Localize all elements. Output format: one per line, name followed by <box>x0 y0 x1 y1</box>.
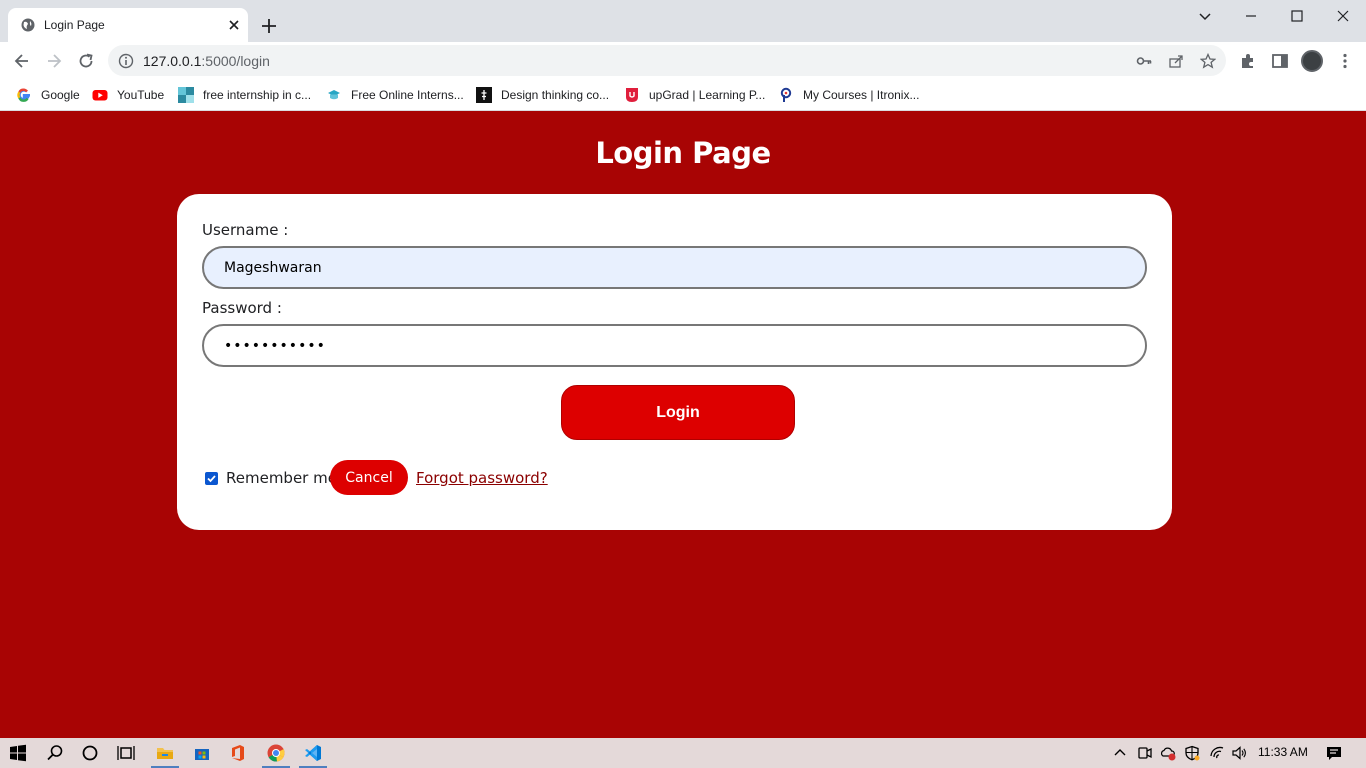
bookmark-label: Design thinking co... <box>501 88 610 102</box>
google-icon <box>17 88 31 102</box>
file-explorer-icon[interactable] <box>155 743 175 763</box>
password-label: Password : <box>202 299 282 317</box>
vscode-icon[interactable] <box>303 743 323 763</box>
upgrad-icon <box>626 88 638 102</box>
site-info-icon[interactable] <box>118 53 134 69</box>
key-icon[interactable] <box>1136 53 1152 69</box>
forgot-password-link[interactable]: Forgot password? <box>416 469 548 487</box>
itronix-icon <box>780 87 792 102</box>
bookmark-google[interactable]: Google <box>16 85 80 105</box>
remember-me-label[interactable]: Remember me <box>226 469 337 487</box>
cancel-button[interactable]: Cancel <box>330 460 408 495</box>
windows-start-icon[interactable] <box>8 743 28 763</box>
onedrive-error-icon[interactable] <box>1160 745 1176 761</box>
bookmark-free-internship[interactable]: free internship in c... <box>178 85 311 105</box>
wifi-icon[interactable] <box>1209 745 1225 761</box>
close-tab-icon[interactable] <box>226 17 242 33</box>
bookmark-my-courses[interactable]: My Courses | Itronix... <box>778 85 919 105</box>
new-tab-icon[interactable] <box>260 17 278 35</box>
online-internship-icon <box>328 90 340 100</box>
security-shield-icon[interactable] <box>1184 745 1200 761</box>
windows-taskbar: 11:33 AM <box>0 738 1366 768</box>
internship-icon <box>178 87 194 103</box>
forward-arrow-icon[interactable] <box>44 51 64 71</box>
username-label: Username : <box>202 221 289 239</box>
remember-me-checkbox[interactable] <box>205 471 218 485</box>
remember-me-group: Remember me <box>205 469 337 487</box>
bookmark-label: free internship in c... <box>203 88 312 102</box>
tab-title: Login Page <box>44 18 105 32</box>
microsoft-store-icon[interactable] <box>192 743 212 763</box>
page-body: Login Page Username : Password : Login R… <box>0 112 1366 738</box>
minimize-icon[interactable] <box>1242 7 1260 25</box>
username-input[interactable] <box>202 246 1147 289</box>
maximize-icon[interactable] <box>1288 7 1306 25</box>
checkmark-icon <box>207 474 216 482</box>
bookmark-design-thinking[interactable]: Design thinking co... <box>476 85 609 105</box>
office-icon[interactable] <box>228 743 248 763</box>
bookmark-label: YouTube <box>117 88 165 102</box>
tab-search-chevron-icon[interactable] <box>1196 7 1214 25</box>
bookmarks-bar: Google YouTube free internship in c... F… <box>0 80 1366 111</box>
search-icon[interactable] <box>45 743 65 763</box>
bookmark-label: My Courses | Itronix... <box>803 88 920 102</box>
bookmark-label: upGrad | Learning P... <box>649 88 766 102</box>
volume-icon[interactable] <box>1231 745 1247 761</box>
bookmark-free-online-internship[interactable]: Free Online Interns... <box>326 85 464 105</box>
login-button[interactable]: Login <box>561 385 795 440</box>
side-panel-icon[interactable] <box>1270 51 1290 71</box>
profile-avatar[interactable] <box>1301 50 1323 72</box>
design-thinking-icon <box>476 87 492 103</box>
login-card: Username : Password : Login Remember me … <box>177 194 1172 530</box>
bookmark-label: Google <box>41 88 80 102</box>
youtube-icon <box>92 90 108 101</box>
back-arrow-icon[interactable] <box>12 51 32 71</box>
browser-toolbar: 127.0.0.1:5000/login <box>0 42 1366 80</box>
tab-login-page[interactable]: Login Page <box>8 8 248 42</box>
share-icon[interactable] <box>1168 53 1184 69</box>
show-hidden-icons-chevron-icon[interactable] <box>1112 745 1128 761</box>
bookmark-youtube[interactable]: YouTube <box>92 85 164 105</box>
page-title: Login Page <box>595 136 771 170</box>
bookmark-star-icon[interactable] <box>1200 53 1216 69</box>
reload-icon[interactable] <box>76 51 96 71</box>
notifications-icon[interactable] <box>1325 744 1343 762</box>
bookmark-label: Free Online Interns... <box>351 88 464 102</box>
tab-strip: Login Page <box>0 0 1366 42</box>
close-window-icon[interactable] <box>1334 7 1352 25</box>
globe-icon <box>21 18 35 32</box>
menu-kebab-icon[interactable] <box>1335 51 1355 71</box>
chrome-icon[interactable] <box>266 743 286 763</box>
password-input[interactable] <box>202 324 1147 367</box>
url-text: 127.0.0.1:5000/login <box>143 53 270 69</box>
bookmark-upgrad[interactable]: upGrad | Learning P... <box>624 85 765 105</box>
taskbar-clock[interactable]: 11:33 AM <box>1258 745 1308 759</box>
cortana-icon[interactable] <box>80 743 100 763</box>
meet-now-icon[interactable] <box>1137 745 1153 761</box>
extensions-puzzle-icon[interactable] <box>1238 51 1258 71</box>
address-bar[interactable]: 127.0.0.1:5000/login <box>108 45 1226 76</box>
task-view-icon[interactable] <box>116 743 136 763</box>
